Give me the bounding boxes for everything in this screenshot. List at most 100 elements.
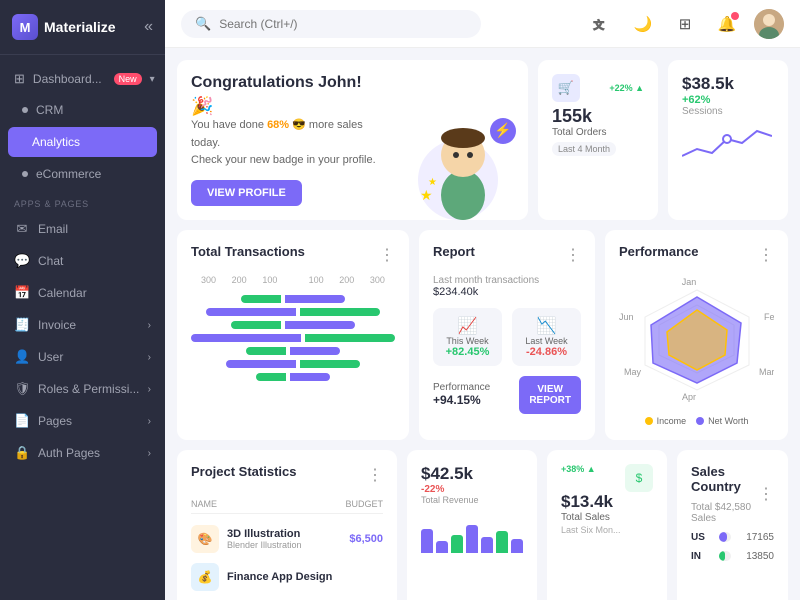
lightning-icon: ⚡	[490, 118, 516, 144]
svg-text:Mar: Mar	[759, 367, 774, 377]
sales-period: Last Six Mon...	[561, 525, 653, 535]
sidebar-item-email[interactable]: ✉ Email	[0, 213, 165, 245]
country-value: 17165	[739, 532, 774, 543]
sidebar-item-label: Analytics	[32, 135, 80, 149]
view-report-button[interactable]: VIEWREPORT	[519, 376, 581, 414]
country-code: US	[691, 532, 711, 543]
report-bottom: Performance +94.15% VIEWREPORT	[433, 376, 581, 414]
dark-mode-icon[interactable]: 🌙	[628, 9, 658, 39]
country-value: 13850	[739, 551, 774, 562]
search-input[interactable]	[219, 17, 467, 31]
sales-value: $13.4k	[561, 492, 653, 512]
sidebar-item-label: Dashboard...	[33, 72, 102, 86]
project-menu-icon[interactable]: ⋮	[367, 465, 383, 485]
last-week-stat: 📉 Last Week -24.86%	[512, 308, 581, 366]
illustration: ★ ★ ⚡	[418, 110, 508, 220]
lock-icon: 🔒	[14, 445, 30, 461]
project-row: 💰 Finance App Design	[191, 558, 383, 596]
revenue-value: $42.5k	[421, 464, 523, 484]
sidebar-collapse-icon[interactable]: «	[144, 18, 153, 36]
this-week-stat: 📈 This Week +82.45%	[433, 308, 502, 366]
orders-badge: +22% ▲	[609, 83, 644, 93]
search-icon: 🔍	[195, 16, 211, 32]
sidebar-item-analytics[interactable]: Analytics	[8, 127, 157, 157]
sales-country-subtitle: Total $42,580 Sales	[691, 502, 758, 524]
sidebar-item-dashboard[interactable]: ⊞ Dashboard... New ▾	[0, 63, 165, 95]
sales-country-menu-icon[interactable]: ⋮	[758, 484, 774, 504]
total-orders-card: 🛒 +22% ▲ 155k Total Orders Last 4 Month	[538, 60, 658, 220]
translate-icon[interactable]: 文	[586, 9, 616, 39]
project-budget: $6,500	[349, 533, 383, 545]
performance-card: Performance ⋮ Jan Feb Mar Apr May Jun	[605, 230, 788, 440]
sessions-mini-chart	[682, 121, 774, 166]
charts-row: Total Transactions ⋮ 300200100100200300	[177, 230, 788, 440]
transactions-card: Total Transactions ⋮ 300200100100200300	[177, 230, 409, 440]
svg-text:Jan: Jan	[682, 277, 697, 287]
project-icon: 💰	[191, 563, 219, 591]
email-icon: ✉	[14, 221, 30, 237]
country-bar-bg	[719, 532, 731, 542]
view-profile-button[interactable]: VIEW PROFILE	[191, 180, 302, 206]
chevron-right-icon: ›	[148, 352, 151, 363]
welcome-title: Congratulations John!	[191, 74, 376, 92]
orders-label: Total Orders	[552, 127, 644, 138]
welcome-text: Congratulations John! 🎉 You have done 68…	[191, 74, 376, 206]
welcome-card: Congratulations John! 🎉 You have done 68…	[177, 60, 528, 220]
orders-icon-box: 🛒	[552, 74, 580, 102]
grid-icon[interactable]: ⊞	[670, 9, 700, 39]
country-bar	[719, 532, 727, 542]
project-icon: 🎨	[191, 525, 219, 553]
sidebar-item-roles[interactable]: 🛡 Roles & Permissi... ›	[0, 373, 165, 405]
sidebar-item-auth[interactable]: 🔒 Auth Pages ›	[0, 437, 165, 469]
report-subtitle: Last month transactions	[433, 275, 581, 286]
report-menu-icon[interactable]: ⋮	[565, 245, 581, 265]
svg-text:Apr: Apr	[682, 392, 696, 402]
sidebar-item-ecommerce[interactable]: eCommerce	[0, 159, 165, 189]
country-code: IN	[691, 551, 711, 562]
project-name: 3D Illustration	[227, 528, 302, 540]
radar-chart: Jan Feb Mar Apr May Jun	[619, 275, 774, 405]
performance-label: Performance	[433, 382, 490, 393]
sidebar-item-calendar[interactable]: 📅 Calendar	[0, 277, 165, 309]
topbar-icons: 文 🌙 ⊞ 🔔	[586, 9, 784, 39]
project-stats-title: Project Statistics	[191, 464, 297, 479]
logo: M Materialize	[12, 14, 116, 40]
sidebar-item-pages[interactable]: 📄 Pages ›	[0, 405, 165, 437]
sidebar-item-label: eCommerce	[36, 167, 101, 181]
project-sub: Blender Illustration	[227, 540, 302, 550]
transactions-menu-icon[interactable]: ⋮	[379, 245, 395, 265]
svg-text:★: ★	[420, 187, 433, 203]
sidebar-item-chat[interactable]: 💬 Chat	[0, 245, 165, 277]
sidebar-item-label: Email	[38, 222, 68, 236]
country-bar	[719, 551, 725, 561]
sales-country-card: Sales Country Total $42,580 Sales ⋮ US 1…	[677, 450, 788, 600]
sidebar-item-label: Chat	[38, 254, 63, 268]
performance-menu-icon[interactable]: ⋮	[758, 245, 774, 265]
top-row: Congratulations John! 🎉 You have done 68…	[177, 60, 788, 220]
sidebar-item-label: Roles & Permissi...	[38, 382, 139, 396]
user-avatar[interactable]	[754, 9, 784, 39]
sidebar-header: M Materialize «	[0, 0, 165, 55]
chevron-right-icon: ›	[148, 416, 151, 427]
svg-text:文: 文	[594, 18, 605, 31]
sidebar-item-label: Calendar	[38, 286, 87, 300]
revenue-card: $42.5k -22% Total Revenue	[407, 450, 537, 600]
notification-icon[interactable]: 🔔	[712, 9, 742, 39]
transactions-title: Total Transactions	[191, 244, 305, 259]
report-title: Report	[433, 244, 475, 259]
country-bar-bg	[719, 551, 731, 561]
chat-icon: 💬	[14, 253, 30, 269]
sidebar-item-invoice[interactable]: 🧾 Invoice ›	[0, 309, 165, 341]
report-stats: 📈 This Week +82.45% 📉 Last Week -24.86%	[433, 308, 581, 366]
sidebar-item-label: User	[38, 350, 63, 364]
project-stats-card: Project Statistics ⋮ NAME BUDGET 🎨 3D Il…	[177, 450, 397, 600]
search-bar[interactable]: 🔍	[181, 10, 481, 38]
sessions-label: Sessions	[682, 106, 774, 117]
welcome-message: You have done 68% 😎 more sales today. Ch…	[191, 117, 376, 170]
country-row-us: US 17165	[691, 532, 774, 543]
sidebar-item-crm[interactable]: CRM	[0, 95, 165, 125]
report-card: Report ⋮ Last month transactions $234.40…	[419, 230, 595, 440]
sidebar-item-user[interactable]: 👤 User ›	[0, 341, 165, 373]
shield-icon: 🛡	[14, 381, 30, 397]
svg-text:May: May	[624, 367, 642, 377]
